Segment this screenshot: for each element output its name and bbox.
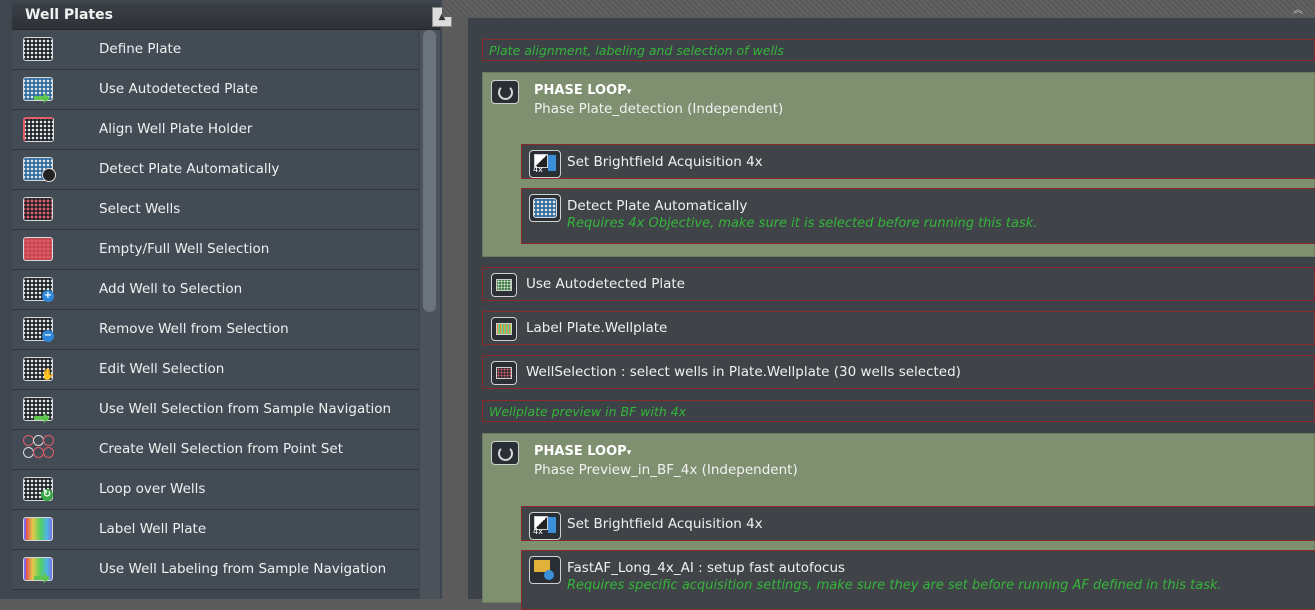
collapse-double-up-icon[interactable]: ︽	[1293, 1, 1303, 16]
tool-item-label: Use Well Labeling from Sample Navigation	[99, 561, 387, 577]
tool-item-label: Empty/Full Well Selection	[99, 241, 270, 257]
tool-item-label: Loop over Wells	[99, 481, 206, 497]
tool-list: Define Plate Use Autodetected Plate Alig…	[12, 30, 418, 590]
plate-label-icon	[491, 317, 517, 341]
phase-loop-title: PHASE LOOP▾	[534, 444, 632, 459]
tool-item-create-well-selection-from-point-set[interactable]: Create Well Selection from Point Set	[12, 430, 418, 470]
task-set-brightfield-acquisition[interactable]: Set Brightfield Acquisition 4x	[521, 144, 1315, 179]
plate-arrow-icon	[23, 77, 53, 103]
comment-text: Wellplate preview in BF with 4x	[489, 404, 687, 419]
plate-label-icon	[23, 517, 53, 541]
tool-item-label: Use Autodetected Plate	[99, 81, 258, 97]
panel-title: Well Plates	[25, 7, 113, 23]
task-fast-autofocus[interactable]: FastAF_Long_4x_AI : setup fast autofocus…	[521, 550, 1315, 610]
tool-item-label: Remove Well from Selection	[99, 321, 289, 337]
plate-remove-icon: −	[23, 317, 54, 342]
plate-detect-icon	[23, 157, 56, 182]
tool-item-label: Align Well Plate Holder	[99, 121, 253, 137]
phase-loop-title: PHASE LOOP▾	[534, 83, 632, 98]
workflow-top-bar: ︽	[442, 0, 1315, 17]
task-well-selection[interactable]: WellSelection : select wells in Plate.We…	[482, 355, 1315, 389]
tool-item-loop-over-wells[interactable]: ↻ Loop over Wells	[12, 470, 418, 510]
task-label-plate[interactable]: Label Plate.Wellplate	[482, 311, 1315, 345]
task-detect-plate-automatically[interactable]: Detect Plate Automatically Requires 4x O…	[521, 188, 1315, 244]
workflow-canvas: Plate alignment, labeling and selection …	[468, 18, 1315, 610]
panel-header[interactable]: Well Plates ▲	[12, 3, 452, 30]
tool-item-edit-well-selection[interactable]: ✋ Edit Well Selection	[12, 350, 418, 390]
plate-select-icon	[491, 361, 517, 385]
plate-icon	[23, 37, 53, 61]
plate-hand-icon: ✋	[23, 357, 55, 381]
plate-detect-icon	[529, 194, 561, 222]
tool-item-remove-well-from-selection[interactable]: − Remove Well from Selection	[12, 310, 418, 350]
task-label: FastAF_Long_4x_AI : setup fast autofocus	[567, 560, 846, 576]
tool-item-label: Create Well Selection from Point Set	[99, 441, 343, 457]
tool-item-label: Add Well to Selection	[99, 281, 243, 297]
tool-item-align-well-plate-holder[interactable]: Align Well Plate Holder	[12, 110, 418, 150]
brightfield-4x-icon	[529, 150, 561, 178]
brightfield-4x-icon	[529, 512, 561, 540]
tool-item-empty-full-well-selection[interactable]: Empty/Full Well Selection	[12, 230, 418, 270]
plate-loop-icon: ↻	[23, 477, 53, 501]
loop-icon[interactable]	[491, 441, 519, 465]
tool-item-define-plate[interactable]: Define Plate	[12, 30, 418, 70]
autofocus-icon	[529, 556, 561, 584]
plate-arrow-icon	[23, 397, 53, 423]
task-note: Requires specific acquisition settings, …	[567, 578, 1222, 593]
tool-item-label: Detect Plate Automatically	[99, 161, 280, 177]
tool-item-label: Select Wells	[99, 201, 181, 217]
task-use-autodetected-plate[interactable]: Use Autodetected Plate	[482, 267, 1315, 301]
plate-select-icon	[23, 197, 53, 221]
tool-item-label: Use Well Selection from Sample Navigatio…	[99, 401, 392, 417]
scrollbar-thumb[interactable]	[423, 30, 436, 312]
plate-add-icon: +	[23, 277, 54, 302]
tool-item-select-wells[interactable]: Select Wells	[12, 190, 418, 230]
plate-arrow-icon	[491, 273, 517, 297]
tool-item-label: Edit Well Selection	[99, 361, 225, 377]
task-label: Detect Plate Automatically	[567, 198, 748, 214]
workflow-panel: ︽ Plate alignment, labeling and selectio…	[442, 0, 1315, 610]
point-set-icon	[23, 435, 54, 463]
task-set-brightfield-acquisition[interactable]: Set Brightfield Acquisition 4x	[521, 506, 1315, 541]
well-plates-panel: Well Plates ▲ Define Plate Use Autodetec…	[0, 0, 452, 599]
tool-item-use-well-selection-from-sample-navigation[interactable]: Use Well Selection from Sample Navigatio…	[12, 390, 418, 430]
phase-loop-subtitle: Phase Plate_detection (Independent)	[534, 101, 784, 117]
task-label: Set Brightfield Acquisition 4x	[567, 516, 763, 532]
tool-item-detect-plate-automatically[interactable]: Detect Plate Automatically	[12, 150, 418, 190]
tool-item-label: Label Well Plate	[99, 521, 207, 537]
tool-list-scrollbar[interactable]	[420, 30, 440, 599]
phase-loop-subtitle: Phase Preview_in_BF_4x (Independent)	[534, 462, 798, 478]
phase-loop-preview-bf[interactable]: PHASE LOOP▾ Phase Preview_in_BF_4x (Inde…	[482, 433, 1315, 610]
workflow-comment[interactable]: Wellplate preview in BF with 4x	[482, 400, 1315, 422]
task-label: Label Plate.Wellplate	[526, 320, 668, 336]
tool-item-label-well-plate[interactable]: Label Well Plate	[12, 510, 418, 550]
task-label: Set Brightfield Acquisition 4x	[567, 154, 763, 170]
tool-item-use-autodetected-plate[interactable]: Use Autodetected Plate	[12, 70, 418, 110]
plate-label-arrow-icon	[23, 557, 53, 583]
plate-align-icon	[23, 117, 54, 142]
loop-icon[interactable]	[491, 80, 519, 104]
task-label: WellSelection : select wells in Plate.We…	[526, 364, 961, 380]
task-label: Use Autodetected Plate	[526, 276, 685, 292]
tool-item-use-well-labeling-from-sample-navigation[interactable]: Use Well Labeling from Sample Navigation	[12, 550, 418, 590]
plate-full-icon	[23, 237, 53, 261]
comment-text: Plate alignment, labeling and selection …	[489, 43, 784, 58]
task-note: Requires 4x Objective, make sure it is s…	[567, 216, 1038, 231]
phase-loop-plate-detection[interactable]: PHASE LOOP▾ Phase Plate_detection (Indep…	[482, 72, 1315, 257]
tool-item-add-well-to-selection[interactable]: + Add Well to Selection	[12, 270, 418, 310]
tool-item-label: Define Plate	[99, 41, 182, 57]
workflow-comment[interactable]: Plate alignment, labeling and selection …	[482, 39, 1315, 61]
